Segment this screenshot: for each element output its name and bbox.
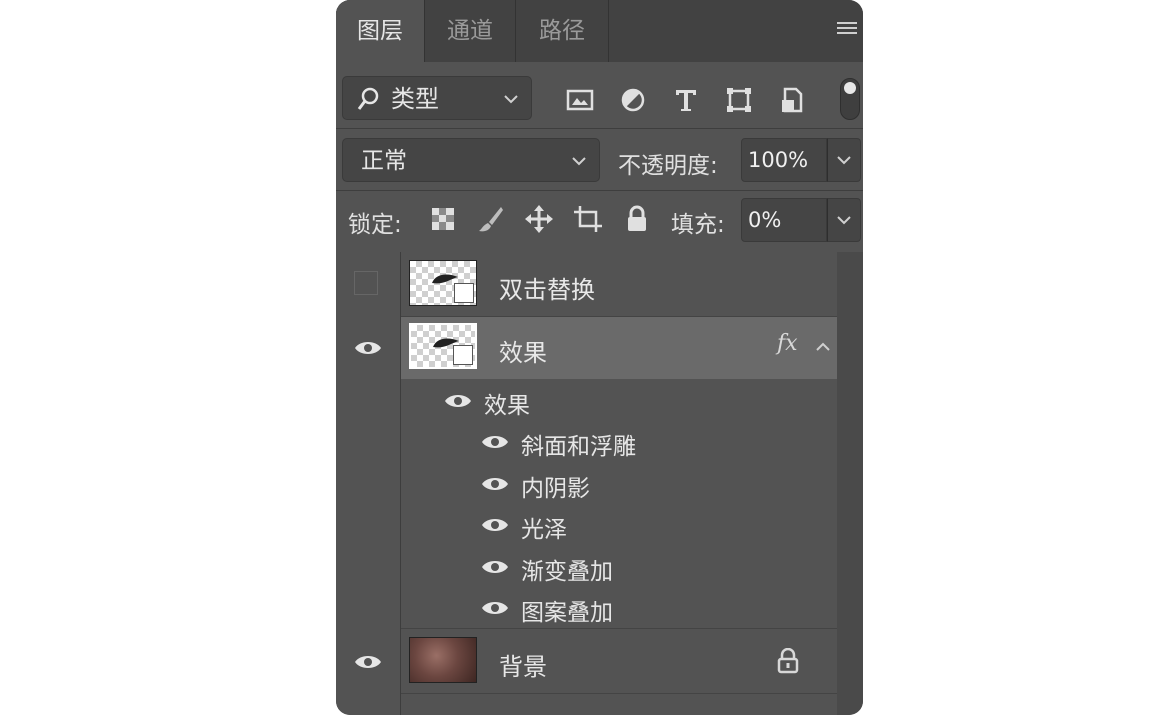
effect-visibility-eye-icon[interactable] bbox=[481, 558, 509, 576]
layers-list: 双击替换 效果 fx 效果 斜面和浮雕 内阴影 光泽 渐变叠加 图案叠加 背景 bbox=[336, 252, 863, 715]
layer-name[interactable]: 效果 bbox=[499, 333, 547, 368]
adjustment-filter-icon[interactable] bbox=[619, 86, 647, 114]
chevron-down-icon bbox=[837, 156, 851, 165]
chevron-down-icon bbox=[837, 216, 851, 225]
layer-thumbnail bbox=[409, 260, 477, 306]
divider bbox=[401, 693, 837, 694]
image-filter-icon[interactable] bbox=[566, 86, 594, 114]
visibility-column bbox=[336, 252, 401, 715]
layer-name[interactable]: 背景 bbox=[499, 647, 547, 682]
effects-visibility-eye-icon[interactable] bbox=[444, 392, 472, 410]
effect-inner-shadow[interactable]: 内阴影 bbox=[521, 469, 590, 503]
smart-object-badge-icon bbox=[454, 283, 474, 303]
filter-kind-value: 类型 bbox=[391, 85, 439, 113]
divider bbox=[336, 190, 863, 191]
effect-pattern-overlay[interactable]: 图案叠加 bbox=[521, 593, 613, 627]
tab-layers[interactable]: 图层 bbox=[336, 0, 425, 62]
search-icon bbox=[357, 87, 379, 110]
layer-row-background[interactable]: 背景 bbox=[401, 629, 837, 693]
opacity-label: 不透明度: bbox=[618, 153, 718, 179]
layers-panel: 图层 通道 路径 类型 正常 不透明度: 100% 锁定: 填充: 0% 双击替… bbox=[336, 0, 863, 715]
blend-mode-select[interactable]: 正常 bbox=[342, 138, 600, 182]
shape-filter-icon[interactable] bbox=[725, 86, 753, 114]
visibility-eye-icon[interactable] bbox=[354, 339, 382, 357]
visibility-eye-icon[interactable] bbox=[354, 653, 382, 671]
background-thumbnail bbox=[409, 637, 477, 683]
effect-bevel-emboss[interactable]: 斜面和浮雕 bbox=[521, 427, 636, 461]
effect-satin[interactable]: 光泽 bbox=[521, 510, 567, 544]
filter-toggle-switch[interactable] bbox=[840, 78, 860, 120]
chevron-down-icon bbox=[504, 95, 518, 104]
layer-lock-icon[interactable] bbox=[776, 648, 800, 674]
lock-transparent-icon[interactable] bbox=[428, 204, 458, 234]
layer-row-double-click-replace[interactable]: 双击替换 bbox=[401, 252, 837, 316]
panel-tab-bar: 图层 通道 路径 bbox=[336, 0, 863, 62]
lock-image-icon[interactable] bbox=[476, 204, 506, 234]
chevron-down-icon bbox=[572, 157, 586, 166]
smart-object-filter-icon[interactable] bbox=[778, 86, 806, 114]
layer-row-effects[interactable]: 效果 fx bbox=[401, 317, 837, 379]
fill-input[interactable]: 0% bbox=[741, 198, 827, 242]
fx-icon[interactable]: fx bbox=[777, 331, 798, 356]
collapse-effects-icon[interactable] bbox=[815, 339, 831, 355]
divider bbox=[336, 128, 863, 129]
filter-kind-select[interactable]: 类型 bbox=[342, 76, 532, 120]
tab-paths[interactable]: 路径 bbox=[516, 0, 609, 62]
fill-label: 填充: bbox=[671, 212, 725, 238]
lock-position-icon[interactable] bbox=[524, 204, 554, 234]
tab-channels[interactable]: 通道 bbox=[425, 0, 516, 62]
blend-mode-value: 正常 bbox=[361, 148, 407, 174]
effect-gradient-overlay[interactable]: 渐变叠加 bbox=[521, 552, 613, 586]
lock-label: 锁定: bbox=[348, 212, 402, 238]
type-filter-icon[interactable] bbox=[672, 86, 700, 114]
layer-name[interactable]: 双击替换 bbox=[499, 270, 595, 305]
effects-group-label: 效果 bbox=[484, 393, 530, 419]
effect-visibility-eye-icon[interactable] bbox=[481, 475, 509, 493]
effect-visibility-eye-icon[interactable] bbox=[481, 433, 509, 451]
smart-object-badge-icon bbox=[453, 345, 473, 365]
panel-menu-icon[interactable] bbox=[837, 22, 857, 38]
opacity-input[interactable]: 100% bbox=[741, 138, 827, 182]
scrollbar-track[interactable] bbox=[837, 252, 863, 715]
lock-all-icon[interactable] bbox=[622, 204, 652, 234]
effect-visibility-eye-icon[interactable] bbox=[481, 516, 509, 534]
fill-dropdown-button[interactable] bbox=[827, 198, 861, 242]
visibility-toggle-empty[interactable] bbox=[354, 271, 378, 295]
layer-thumbnail bbox=[409, 323, 477, 369]
lock-artboard-icon[interactable] bbox=[573, 204, 603, 234]
effect-visibility-eye-icon[interactable] bbox=[481, 599, 509, 617]
opacity-dropdown-button[interactable] bbox=[827, 138, 861, 182]
